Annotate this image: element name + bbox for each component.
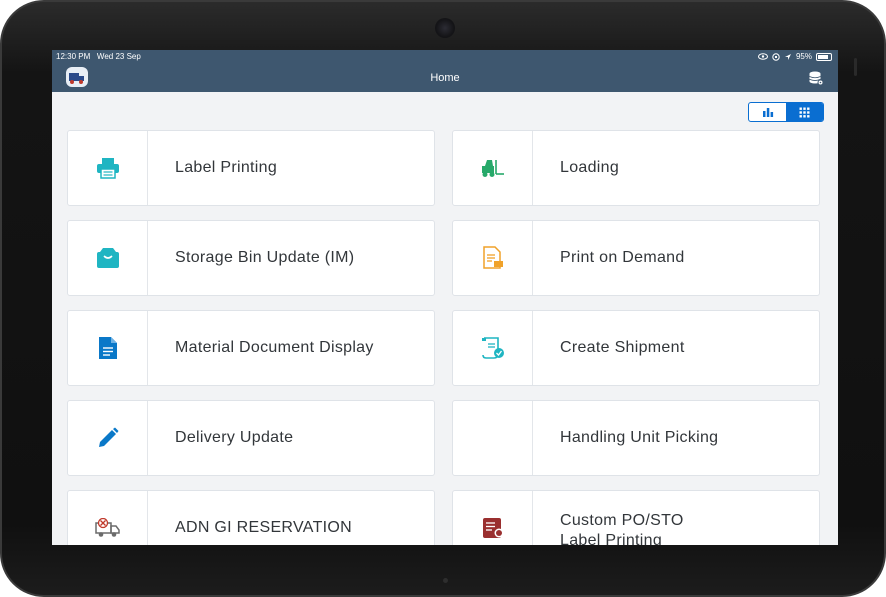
tile-label: Loading [560, 159, 620, 176]
chart-view-button[interactable] [749, 103, 786, 121]
chart-view-icon [762, 108, 773, 117]
tile-delivery-update[interactable]: Delivery Update [67, 400, 435, 476]
orientation-lock-icon [772, 52, 780, 61]
tile-label: Label Printing [175, 159, 278, 176]
status-date: Wed 23 Sep [96, 52, 141, 61]
tile-icon-cell [68, 131, 148, 205]
tile-label: Print on Demand [560, 249, 685, 266]
status-time: 12:30 PM Wed 23 Sep [56, 52, 141, 61]
tile-material-document-display[interactable]: Material Document Display [67, 310, 435, 386]
tablet-frame: 12:30 PM Wed 23 Sep 95% Home Label Print… [0, 0, 886, 597]
tile-icon-cell [68, 401, 148, 475]
tile-label: Storage Bin Update (IM) [175, 249, 355, 266]
delivery-truck-icon [94, 518, 120, 537]
battery-percent: 95% [795, 52, 812, 61]
grid-view-button[interactable] [786, 103, 823, 121]
printer-icon [96, 158, 119, 179]
front-camera [435, 18, 455, 38]
tile-icon-cell [453, 221, 533, 295]
tile-storage-bin-update[interactable]: Storage Bin Update (IM) [67, 220, 435, 296]
tile-handling-unit-picking[interactable]: Handling Unit Picking [452, 400, 820, 476]
tile-loading[interactable]: Loading [452, 130, 820, 206]
tile-icon-cell [68, 221, 148, 295]
tile-icon-cell [453, 401, 533, 475]
tile-label: Create Shipment [560, 339, 685, 356]
volume-button [854, 58, 857, 76]
tile-label: Custom PO/STO Label Printing [560, 512, 684, 545]
tile-icon-cell [68, 311, 148, 385]
tile-icon-cell [68, 491, 148, 545]
tile-label: Delivery Update [175, 429, 294, 446]
database-settings-icon[interactable] [808, 70, 824, 86]
tile-icon-cell [453, 131, 533, 205]
document-icon [98, 337, 117, 359]
app-screen: 12:30 PM Wed 23 Sep 95% Home Label Print… [52, 50, 838, 545]
battery-icon [816, 52, 832, 61]
eye-icon [757, 53, 768, 60]
tile-label: ADN GI RESERVATION [175, 519, 352, 536]
location-arrow-icon [784, 53, 791, 60]
grid-view-icon [799, 107, 810, 117]
sensor-dot [443, 578, 448, 583]
tile-icon-cell [453, 311, 533, 385]
shipment-scroll-icon [481, 337, 504, 359]
tile-print-on-demand[interactable]: Print on Demand [452, 220, 820, 296]
custom-label-icon [482, 518, 503, 538]
view-toggle [748, 102, 824, 122]
status-clock: 12:30 PM [56, 52, 91, 61]
tile-custom-po-sto-label-printing[interactable]: Custom PO/STO Label Printing [452, 490, 820, 545]
document-print-icon [482, 246, 503, 269]
tile-icon-cell [453, 491, 533, 545]
storage-box-icon [96, 248, 119, 268]
app-header: 12:30 PM Wed 23 Sep 95% Home [52, 50, 838, 92]
tile-create-shipment[interactable]: Create Shipment [452, 310, 820, 386]
tile-label-printing[interactable]: Label Printing [67, 130, 435, 206]
page-title: Home [430, 72, 460, 84]
tile-label: Material Document Display [175, 339, 374, 356]
tile-adn-gi-reservation[interactable]: ADN GI RESERVATION [67, 490, 435, 545]
pencil-icon [98, 427, 118, 447]
status-indicators: 95% [757, 52, 832, 61]
tile-label: Handling Unit Picking [560, 429, 719, 446]
forklift-icon [481, 160, 504, 177]
